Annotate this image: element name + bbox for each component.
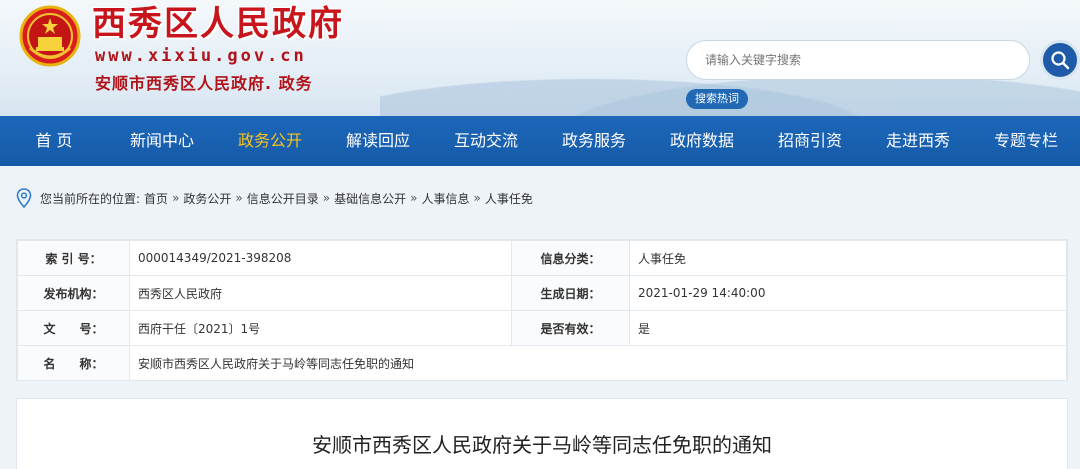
table-row: 文 号： 西府干任〔2021〕1号 是否有效： 是 (17, 310, 1067, 346)
category-value: 人事任免 (629, 240, 1067, 276)
breadcrumb-link-gov-affairs[interactable]: 政务公开 (183, 190, 231, 207)
breadcrumb-link-appointments[interactable]: 人事任免 (485, 190, 533, 207)
site-subtitle: 安顺市西秀区人民政府. 政务 (95, 74, 313, 93)
breadcrumb-separator: » (410, 191, 418, 205)
category-label: 信息分类： (511, 240, 630, 276)
nav-item-interaction[interactable]: 互动交流 (432, 116, 540, 166)
breadcrumb-link-basic-info[interactable]: 基础信息公开 (334, 190, 406, 207)
breadcrumb-prefix: 您当前所在的位置: (40, 191, 141, 206)
publisher-label: 发布机构： (17, 275, 130, 311)
name-value: 安顺市西秀区人民政府关于马岭等同志任免职的通知 (129, 345, 1067, 381)
breadcrumb-link-personnel[interactable]: 人事信息 (421, 190, 469, 207)
table-row: 索 引 号： 000014349/2021-398208 信息分类： 人事任免 (17, 240, 1067, 276)
nav-item-investment[interactable]: 招商引资 (756, 116, 864, 166)
search-icon (1051, 51, 1070, 70)
search-box[interactable] (686, 40, 1030, 80)
date-value: 2021-01-29 14:40:00 (629, 275, 1067, 311)
validity-label: 是否有效： (511, 310, 630, 346)
breadcrumb-separator: » (235, 191, 243, 205)
nav-item-about[interactable]: 走进西秀 (864, 116, 972, 166)
breadcrumb-link-catalog[interactable]: 信息公开目录 (247, 190, 319, 207)
breadcrumb: 您当前所在的位置: 首页 » 政务公开 » 信息公开目录 » 基础信息公开 » … (16, 180, 1066, 216)
document-title: 安顺市西秀区人民政府关于马岭等同志任免职的通知 (312, 433, 772, 457)
document-info-table: 索 引 号： 000014349/2021-398208 信息分类： 人事任免 … (16, 239, 1068, 381)
document-content: 安顺市西秀区人民政府关于马岭等同志任免职的通知 (16, 398, 1068, 469)
doc-number-value: 西府干任〔2021〕1号 (129, 310, 512, 346)
breadcrumb-separator: » (473, 191, 481, 205)
nav-item-interpretation[interactable]: 解读回应 (324, 116, 432, 166)
date-label: 生成日期： (511, 275, 630, 311)
site-url: www.xixiu.gov.cn (95, 46, 307, 66)
national-emblem-icon[interactable] (18, 4, 82, 68)
search-button[interactable] (1040, 40, 1080, 80)
breadcrumb-separator: » (322, 191, 331, 205)
index-number-value: 000014349/2021-398208 (129, 240, 512, 276)
index-number-label: 索 引 号： (17, 240, 130, 276)
nav-item-services[interactable]: 政务服务 (540, 116, 648, 166)
site-header: 西秀区人民政府 www.xixiu.gov.cn 安顺市西秀区人民政府. 政务 … (0, 0, 1080, 116)
location-pin-icon (16, 188, 32, 208)
nav-item-gov-affairs[interactable]: 政务公开 (216, 116, 324, 166)
breadcrumb-link-home[interactable]: 首页 (144, 190, 168, 207)
table-row: 名 称： 安顺市西秀区人民政府关于马岭等同志任免职的通知 (17, 345, 1067, 381)
nav-item-news[interactable]: 新闻中心 (108, 116, 216, 166)
doc-number-label: 文 号： (17, 310, 130, 346)
table-row: 发布机构： 西秀区人民政府 生成日期： 2021-01-29 14:40:00 (17, 275, 1067, 311)
publisher-value: 西秀区人民政府 (129, 275, 512, 311)
breadcrumb-separator: » (172, 191, 180, 205)
name-label: 名 称： (17, 345, 130, 381)
validity-value: 是 (629, 310, 1067, 346)
nav-item-home[interactable]: 首 页 (0, 116, 108, 166)
main-nav: 首 页 新闻中心 政务公开 解读回应 互动交流 政务服务 政府数据 招商引资 走… (0, 116, 1080, 166)
nav-item-data[interactable]: 政府数据 (648, 116, 756, 166)
site-title[interactable]: 西秀区人民政府 (92, 4, 344, 44)
hot-search-tag[interactable]: 搜索热词 (686, 89, 748, 109)
nav-item-topics[interactable]: 专题专栏 (972, 116, 1080, 166)
search-input[interactable] (705, 53, 1005, 67)
